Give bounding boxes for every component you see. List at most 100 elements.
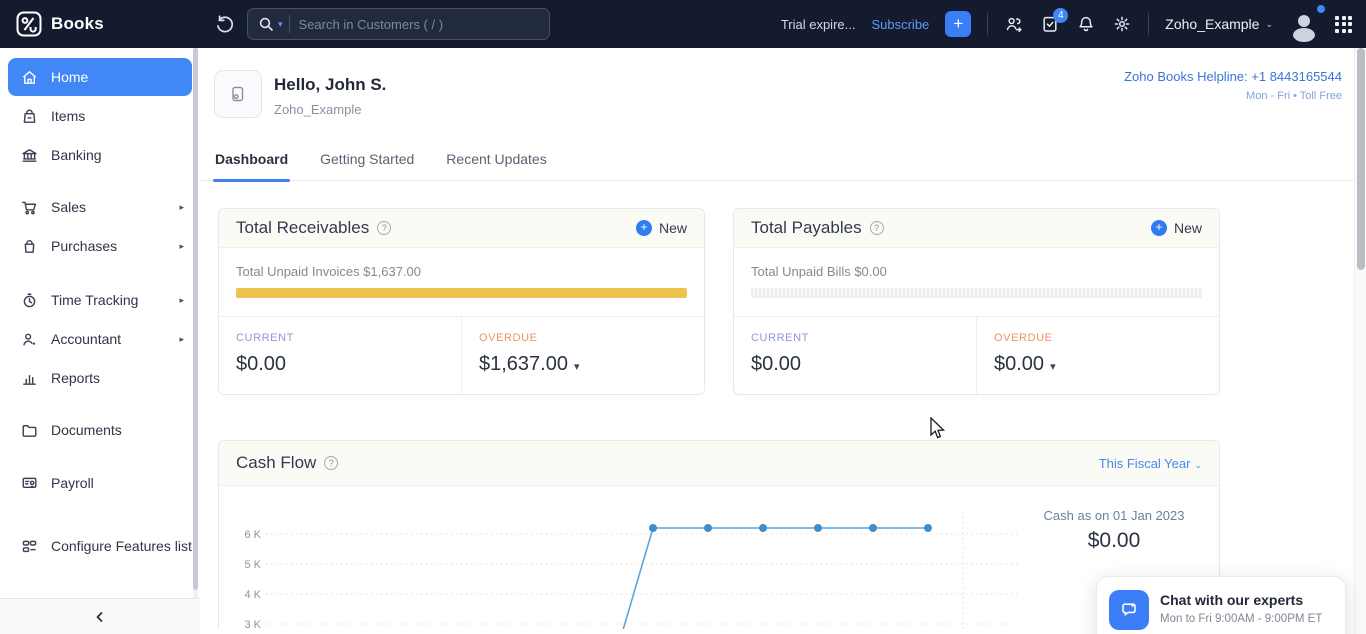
sidebar-item-purchases[interactable]: Purchases ▸ (8, 227, 192, 265)
helpline-number: Zoho Books Helpline: +1 8443165544 (1124, 69, 1342, 84)
new-payable-button[interactable]: + New (1151, 220, 1202, 236)
cash-flow-chart: 6 K 5 K 4 K 3 K Cash as on 01 Jan 2023 $0.0… (219, 486, 1219, 629)
overdue-label: OVERDUE (994, 332, 1202, 344)
sidebar-item-label: Items (51, 108, 85, 124)
sidebar-item-label: Sales (51, 199, 86, 215)
app-logo[interactable]: Books (16, 0, 104, 48)
tab-getting-started[interactable]: Getting Started (318, 151, 416, 180)
quick-create-button[interactable]: + (945, 11, 971, 37)
topbar: Books ▾ Trial expire... Subscribe + 4 (0, 0, 1366, 48)
chevron-down-icon: ⌄ (1194, 460, 1202, 470)
sidebar-item-banking[interactable]: Banking (8, 136, 192, 174)
cart-icon (20, 198, 39, 217)
notification-count-badge: 4 (1053, 8, 1068, 23)
svg-text:6 K: 6 K (244, 529, 261, 541)
caret-down-icon: ▾ (574, 361, 580, 373)
total-receivables-card: Total Receivables ? + New Total Unpaid I… (218, 208, 705, 395)
card-title: Cash Flow (236, 453, 316, 473)
announcements-icon[interactable]: 4 (1040, 14, 1060, 34)
chat-bubble-icon (1109, 590, 1149, 630)
chevron-right-icon: ▸ (179, 241, 184, 252)
shopping-bag-icon (20, 237, 39, 256)
sidebar-item-home[interactable]: Home (8, 58, 192, 96)
cash-flow-card: Cash Flow ? This Fiscal Year⌄ 6 K 5 K 4 K 3… (218, 440, 1220, 629)
search-icon (258, 16, 274, 32)
page-title: Hello, John S. (274, 75, 386, 95)
caret-down-icon: ▾ (1050, 361, 1056, 373)
tab-dashboard[interactable]: Dashboard (213, 151, 290, 180)
sidebar-item-reports[interactable]: Reports (8, 359, 192, 397)
current-value: $0.00 (236, 353, 444, 376)
help-icon[interactable]: ? (870, 221, 884, 235)
help-icon[interactable]: ? (324, 456, 338, 470)
search-scope-chevron-icon[interactable]: ▾ (278, 19, 283, 30)
card-title: Total Receivables (236, 218, 369, 238)
receivables-overdue: OVERDUE $1,637.00 ▾ (461, 317, 704, 394)
page-scrollbar-thumb[interactable] (1357, 48, 1365, 270)
apps-grid-icon[interactable] (1335, 16, 1352, 33)
receivables-progress-fill (236, 288, 687, 298)
payroll-card-icon (20, 474, 39, 493)
items-icon (20, 107, 39, 126)
overdue-value-dropdown[interactable]: $0.00▾ (994, 353, 1202, 376)
sidebar-item-label: Reports (51, 370, 100, 386)
new-button-label: New (1174, 220, 1202, 236)
cash-summary: Cash as on 01 Jan 2023 $0.00 (1019, 508, 1209, 553)
new-receivable-button[interactable]: + New (636, 220, 687, 236)
help-icon[interactable]: ? (377, 221, 391, 235)
recent-activity-icon[interactable] (214, 13, 236, 35)
product-name: Books (51, 14, 104, 34)
sidebar-item-label: Purchases (51, 238, 117, 254)
sidebar-item-sales[interactable]: Sales ▸ (8, 188, 192, 226)
folder-icon (20, 421, 39, 440)
sidebar-item-items[interactable]: Items (8, 97, 192, 135)
sidebar-item-documents[interactable]: Documents (8, 411, 192, 449)
global-search[interactable]: ▾ (247, 8, 550, 40)
configure-grid-icon (20, 537, 39, 556)
subscribe-link[interactable]: Subscribe (871, 17, 929, 32)
gear-icon[interactable] (1112, 14, 1132, 34)
topbar-divider (1148, 13, 1149, 35)
accountant-person-icon (20, 330, 39, 349)
receivables-current: CURRENT $0.00 (219, 317, 461, 394)
chat-widget[interactable]: Chat with our experts Mon to Fri 9:00AM … (1096, 576, 1346, 634)
referral-users-icon[interactable] (1004, 14, 1024, 34)
org-avatar-placeholder[interactable] (214, 70, 262, 118)
total-payables-card: Total Payables ? + New Total Unpaid Bill… (733, 208, 1220, 395)
clock-icon (20, 291, 39, 310)
payables-current: CURRENT $0.00 (734, 317, 976, 394)
sidebar-collapse-button[interactable] (0, 598, 200, 634)
sidebar-scrollbar-thumb[interactable] (193, 48, 198, 590)
org-name: Zoho_Example (1165, 16, 1259, 32)
user-avatar[interactable] (1289, 9, 1319, 39)
overdue-label: OVERDUE (479, 332, 687, 344)
topbar-divider (987, 13, 988, 35)
sidebar-item-label: Banking (51, 147, 102, 163)
new-button-label: New (659, 220, 687, 236)
bar-chart-icon (20, 369, 39, 388)
search-divider (289, 15, 290, 33)
svg-text:5 K: 5 K (244, 559, 261, 571)
svg-text:3 K: 3 K (244, 619, 261, 629)
org-switcher[interactable]: Zoho_Example ⌄ (1165, 16, 1273, 32)
fiscal-year-dropdown[interactable]: This Fiscal Year⌄ (1099, 456, 1202, 471)
tab-recent-updates[interactable]: Recent Updates (444, 151, 548, 180)
sidebar-item-label: Documents (51, 422, 122, 438)
bank-icon (20, 146, 39, 165)
sidebar-item-accountant[interactable]: Accountant ▸ (8, 320, 192, 358)
sidebar-item-payroll[interactable]: Payroll (8, 464, 192, 502)
sidebar: Home Items Banking Sales ▸ Purchases ▸ T… (0, 48, 200, 634)
sidebar-item-configure-features[interactable]: Configure Features list (8, 527, 192, 565)
sidebar-item-label: Time Tracking (51, 292, 138, 308)
search-input[interactable] (299, 17, 539, 32)
overdue-value-dropdown[interactable]: $1,637.00 ▾ (479, 353, 687, 376)
bell-icon[interactable] (1076, 14, 1096, 34)
svg-text:4 K: 4 K (244, 589, 261, 601)
card-title: Total Payables (751, 218, 862, 238)
cash-as-on-value: $0.00 (1019, 529, 1209, 553)
current-label: CURRENT (751, 332, 959, 344)
chevron-left-icon (92, 609, 108, 625)
dashboard-tabs: Dashboard Getting Started Recent Updates (200, 140, 1354, 181)
overdue-value: $1,637.00 (479, 353, 568, 375)
sidebar-item-time-tracking[interactable]: Time Tracking ▸ (8, 281, 192, 319)
